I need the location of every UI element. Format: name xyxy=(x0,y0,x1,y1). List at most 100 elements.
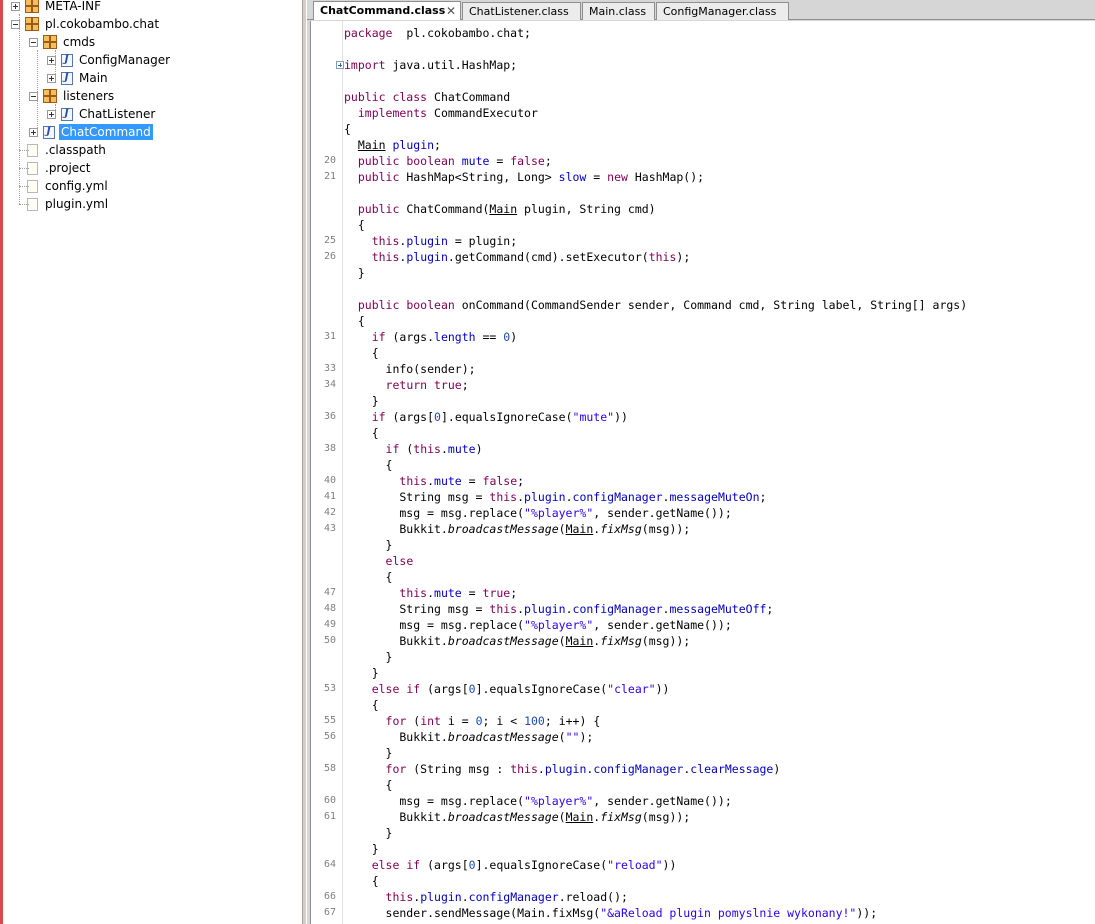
code-token: . xyxy=(565,602,573,616)
code-text: info(sender); xyxy=(344,361,476,377)
code-line: } xyxy=(311,665,1095,681)
code-text: if (args[0].equalsIgnoreCase("mute")) xyxy=(344,409,628,425)
code-token: .reload(); xyxy=(558,890,628,904)
code-text: Bukkit.broadcastMessage(Main.fixMsg(msg)… xyxy=(344,633,690,649)
code-token: (args[ xyxy=(420,682,469,696)
code-token: configManager xyxy=(572,490,663,504)
tree-item-meta-inf[interactable]: META-INF xyxy=(11,0,103,15)
code-text: { xyxy=(344,425,379,441)
code-token: ; xyxy=(544,154,552,168)
code-token: public boolean xyxy=(357,154,455,168)
close-tab-icon[interactable]: ✕ xyxy=(446,4,456,18)
code-text: { xyxy=(344,777,393,793)
code-token: public class xyxy=(344,90,428,104)
code-token: broadcastMessage xyxy=(447,730,559,744)
code-line: import java.util.HashMap; xyxy=(311,57,1095,73)
class-icon xyxy=(43,125,55,139)
code-line: 55 for (int i = 0; i < 100; i++) { xyxy=(311,713,1095,729)
code-token: "" xyxy=(565,730,580,744)
code-token: ; xyxy=(434,138,441,152)
code-token: . xyxy=(440,442,448,456)
code-token: . xyxy=(537,762,545,776)
line-number: 66 xyxy=(323,891,336,902)
code-token: package xyxy=(344,26,393,40)
line-number: 67 xyxy=(323,907,336,918)
code-line: 58 for (String msg : this.plugin.configM… xyxy=(311,761,1095,777)
code-token: , sender.getName()); xyxy=(593,506,732,520)
tab-label: Main.class xyxy=(589,5,647,18)
line-number: 50 xyxy=(323,635,336,646)
code-token: this xyxy=(413,442,441,456)
code-token: )) xyxy=(655,682,670,696)
code-token: HashMap<String, Long> xyxy=(399,170,559,184)
line-number: 55 xyxy=(323,715,336,726)
expand-fold-icon[interactable] xyxy=(336,61,344,69)
line-number: 42 xyxy=(323,507,336,518)
code-line: 66 this.plugin.configManager.reload(); xyxy=(311,889,1095,905)
code-token: (args[ xyxy=(420,858,469,872)
tab-label: ChatCommand.class xyxy=(320,4,446,17)
code-token: 0 xyxy=(468,682,476,696)
code-text: public ChatCommand(Main plugin, String c… xyxy=(344,201,656,217)
code-editor[interactable]: package pl.cokobambo.chat; import java.ut… xyxy=(310,21,1095,924)
tree-item-listeners[interactable]: listeners xyxy=(29,87,116,105)
code-token: true xyxy=(482,586,511,600)
code-token: 0 xyxy=(475,714,483,728)
code-line: Main plugin; xyxy=(311,137,1095,153)
tree-item-cmds[interactable]: cmds xyxy=(29,33,97,51)
code-token: ].equalsIgnoreCase( xyxy=(475,682,608,696)
code-line: 20 public boolean mute = false; xyxy=(311,153,1095,169)
code-text: } xyxy=(344,537,393,553)
code-text: this.plugin.getCommand(cmd).setExecutor(… xyxy=(344,249,691,265)
code-line: 64 else if (args[0].equalsIgnoreCase("re… xyxy=(311,857,1095,873)
tree-item-pl-cokobambo-chat[interactable]: pl.cokobambo.chat xyxy=(11,15,161,33)
code-token: if xyxy=(385,442,400,456)
code-token: { xyxy=(344,458,393,472)
code-text: this.plugin = plugin; xyxy=(344,233,517,249)
line-number: 43 xyxy=(323,523,336,534)
code-text: for (String msg : this.plugin.configMana… xyxy=(344,761,781,777)
code-token: configManager xyxy=(593,762,684,776)
code-token: . xyxy=(427,586,435,600)
tree-item-chatlistener[interactable]: ChatListener xyxy=(47,105,157,123)
package-icon xyxy=(25,17,39,31)
tab-chatlistener[interactable]: ChatListener.class xyxy=(462,2,581,20)
tree-item-label: pl.cokobambo.chat xyxy=(45,17,160,31)
code-text: } xyxy=(344,745,393,761)
code-line: { xyxy=(311,121,1095,137)
tree-item-main[interactable]: Main xyxy=(47,69,110,87)
code-token: 100 xyxy=(524,714,545,728)
code-token: this xyxy=(371,250,400,264)
code-token: Bukkit. xyxy=(344,730,448,744)
tree-connector-line xyxy=(19,168,29,169)
tab-chatcommand[interactable]: ChatCommand.class ✕ xyxy=(313,1,461,20)
code-token: ; xyxy=(759,490,767,504)
code-token: "%player%" xyxy=(524,794,594,808)
code-token: broadcastMessage xyxy=(447,810,559,824)
expand-icon[interactable] xyxy=(11,1,20,11)
tree-item-chatcommand[interactable]: ChatCommand xyxy=(29,123,153,141)
line-number: 38 xyxy=(323,443,336,454)
tab-main[interactable]: Main.class xyxy=(582,2,655,20)
code-token: (msg)); xyxy=(641,634,691,648)
code-token: public xyxy=(357,202,400,216)
code-token: public xyxy=(357,170,400,184)
code-text: if (args.length == 0) xyxy=(344,329,517,345)
code-text: } xyxy=(344,841,379,857)
code-line: } xyxy=(311,393,1095,409)
collapse-icon[interactable] xyxy=(29,37,38,47)
code-token: this xyxy=(489,602,518,616)
code-token: { xyxy=(344,122,351,136)
tab-configmanager[interactable]: ConfigManager.class xyxy=(656,2,789,20)
code-token: . xyxy=(565,490,573,504)
code-token: false xyxy=(482,474,518,488)
code-token: { xyxy=(344,314,365,328)
tree-item-configmanager[interactable]: ConfigManager xyxy=(47,51,172,69)
